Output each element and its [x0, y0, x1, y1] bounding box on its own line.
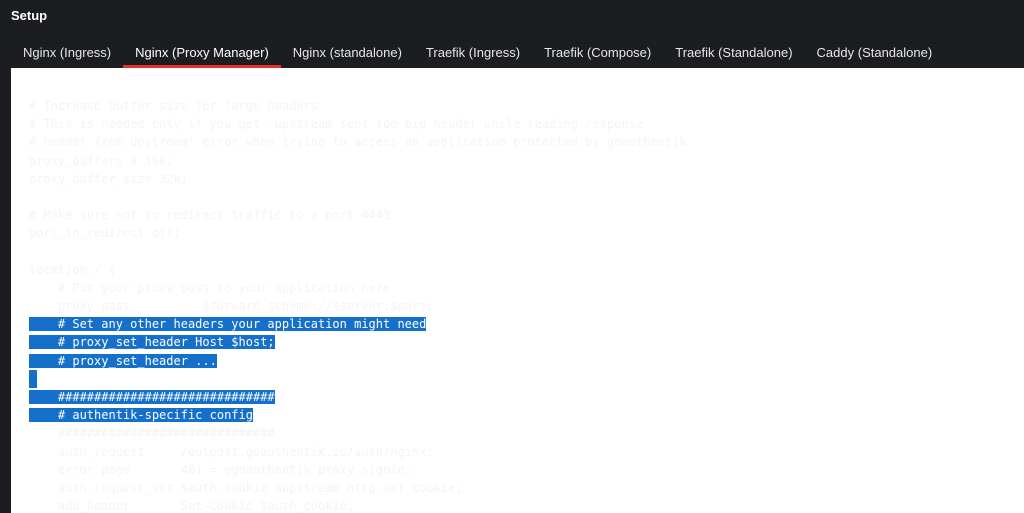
code-line: # Increase buffer size for large headers — [29, 97, 686, 115]
code-line: # Put your proxy_pass to your applicatio… — [29, 279, 686, 297]
code-line: proxy_buffer_size 32k; — [29, 170, 686, 188]
code-line-text: location / { — [29, 262, 116, 277]
code-line-text: # proxy_set_header Host $host; — [29, 335, 275, 350]
code-line-text: # proxy_set_header ... — [29, 353, 217, 368]
code-line-text: ############################## — [29, 426, 275, 441]
tab-nginx-proxy-manager[interactable]: Nginx (Proxy Manager) — [123, 36, 281, 68]
code-line-text: add_header Set-Cookie $auth_cookie; — [29, 499, 355, 513]
tab-traefik-ingress[interactable]: Traefik (Ingress) — [414, 36, 532, 68]
code-line-text: proxy_buffer_size 32k; — [29, 171, 188, 186]
tab-nginx-ingress[interactable]: Nginx (Ingress) — [11, 36, 123, 68]
code-line-text: # Put your proxy_pass to your applicatio… — [29, 280, 391, 295]
code-line-selected — [29, 369, 686, 388]
code-line-selected: # authentik-specific config — [29, 406, 686, 424]
code-line-text: # Set any other headers your application… — [29, 317, 427, 332]
code-line-text: proxy_pass $forward_scheme://$server:$po… — [29, 299, 434, 314]
code-line: auth_request_set $auth_cookie $upstream_… — [29, 479, 686, 497]
code-block[interactable]: # Increase buffer size for large headers… — [29, 97, 686, 513]
code-line-selected: # proxy_set_header ... — [29, 352, 686, 370]
code-line: # This is needed only if you get 'upstre… — [29, 115, 686, 133]
tab-traefik-compose[interactable]: Traefik (Compose) — [532, 36, 663, 68]
code-line-text: # authentik-specific config — [29, 408, 253, 423]
code-line: auth_request /outpost.goauthentik.io/aut… — [29, 443, 686, 461]
code-line-text: # header from upstream' error when tryin… — [29, 135, 687, 150]
code-line-selected: # proxy_set_header Host $host; — [29, 333, 686, 351]
code-line: add_header Set-Cookie $auth_cookie; — [29, 497, 686, 513]
page-title: Setup — [11, 8, 48, 23]
code-line-text: # This is needed only if you get 'upstre… — [29, 117, 644, 132]
tab-nginx-standalone[interactable]: Nginx (standalone) — [281, 36, 414, 68]
tab-traefik-standalone[interactable]: Traefik (Standalone) — [663, 36, 804, 68]
code-line: proxy_pass $forward_scheme://$server:$po… — [29, 297, 686, 315]
code-line-text: error_page 401 = @goauthentik_proxy_sign… — [29, 462, 412, 477]
code-line-text: proxy_buffers 8 16k; — [29, 153, 174, 168]
code-line-text: auth_request_set $auth_cookie $upstream_… — [29, 480, 463, 495]
code-line-text — [29, 369, 37, 388]
code-line-selected: # Set any other headers your application… — [29, 315, 686, 333]
integration-tabs: Nginx (Ingress) Nginx (Proxy Manager) Ngin… — [11, 36, 944, 68]
code-line-text: # Increase buffer size for large headers — [29, 99, 318, 113]
code-line-text: # Make sure not to redirect traffic to a… — [29, 208, 391, 223]
setup-header: Setup — [0, 0, 1024, 34]
code-line: proxy_buffers 8 16k; — [29, 152, 686, 170]
code-line-text: ############################## — [29, 390, 275, 404]
code-line: # header from upstream' error when tryin… — [29, 133, 686, 151]
tab-caddy-standalone[interactable]: Caddy (Standalone) — [805, 36, 945, 68]
code-line-text: port_in_redirect off; — [29, 226, 181, 241]
code-line: # Make sure not to redirect traffic to a… — [29, 206, 686, 224]
code-line: ############################## — [29, 424, 686, 442]
code-panel: # Increase buffer size for large headers… — [11, 68, 1024, 513]
code-line-text: auth_request /outpost.goauthentik.io/aut… — [29, 444, 434, 459]
code-line: error_page 401 = @goauthentik_proxy_sign… — [29, 461, 686, 479]
code-line: location / { — [29, 261, 686, 279]
code-line: port_in_redirect off; — [29, 224, 686, 242]
code-line-selected: ############################## — [29, 388, 686, 406]
